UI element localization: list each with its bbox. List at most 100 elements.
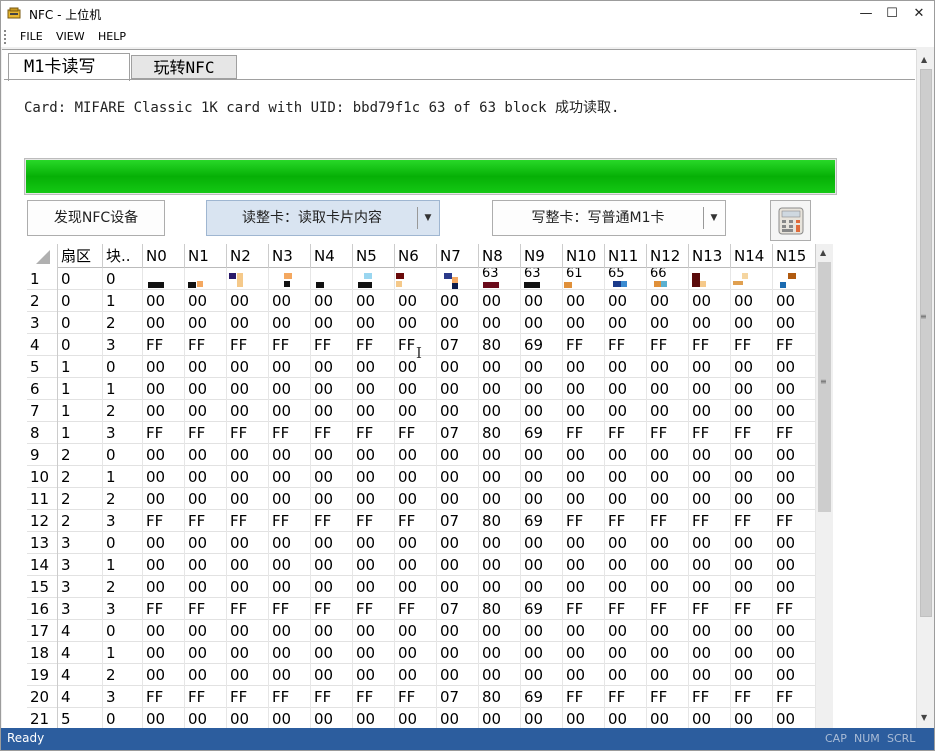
grid-scrollbar-thumb[interactable] <box>818 262 831 512</box>
grid-cell[interactable]: FF <box>311 598 353 620</box>
grid-cell[interactable]: 00 <box>731 400 773 422</box>
grid-cell[interactable]: 00 <box>395 532 437 554</box>
row-header[interactable]: 8 <box>27 422 58 444</box>
grid-cell[interactable]: 00 <box>521 554 563 576</box>
grid-cell[interactable]: FF <box>227 510 269 532</box>
grid-cell[interactable]: 2 <box>103 400 143 422</box>
grid-cell[interactable]: 00 <box>479 642 521 664</box>
grid-cell[interactable]: 69 <box>521 422 563 444</box>
grid-cell[interactable]: 00 <box>563 708 605 728</box>
grid-cell[interactable]: 69 <box>521 686 563 708</box>
grid-cell[interactable]: 69 <box>521 598 563 620</box>
row-header[interactable]: 11 <box>27 488 58 510</box>
grid-cell[interactable]: FF <box>185 510 227 532</box>
row-header[interactable]: 18 <box>27 642 58 664</box>
grid-cell[interactable]: 2 <box>103 664 143 686</box>
grid-cell[interactable]: 00 <box>605 466 647 488</box>
grid-cell[interactable]: 00 <box>521 708 563 728</box>
grid-cell[interactable]: 00 <box>143 400 185 422</box>
grid-cell[interactable]: 00 <box>311 620 353 642</box>
grid-cell[interactable]: 4 <box>58 664 103 686</box>
grid-cell[interactable]: 00 <box>521 400 563 422</box>
grid-cell[interactable]: 00 <box>605 356 647 378</box>
column-header[interactable]: 扇区 <box>58 244 103 268</box>
grid-cell[interactable]: 00 <box>185 488 227 510</box>
menu-help[interactable]: HELP <box>98 30 126 43</box>
grid-cell[interactable]: FF <box>185 686 227 708</box>
row-header[interactable]: 14 <box>27 554 58 576</box>
grid-cell[interactable]: 00 <box>185 312 227 334</box>
grid-cell[interactable]: 00 <box>311 400 353 422</box>
grid-cell[interactable]: 00 <box>479 466 521 488</box>
grid-cell[interactable]: 00 <box>437 312 479 334</box>
grid-cell[interactable]: 2 <box>103 576 143 598</box>
table-row[interactable]: 2 0 1 00 00 00 00 00 00 00 00 00 00 00 00 00 00 00 00 <box>27 290 816 312</box>
grid-cell[interactable]: 00 <box>563 466 605 488</box>
grid-cell[interactable]: 00 <box>269 532 311 554</box>
grid-cell[interactable]: 0 <box>58 290 103 312</box>
column-header[interactable]: N0 <box>143 244 185 268</box>
grid-cell[interactable]: FF <box>353 422 395 444</box>
grid-cell[interactable]: 00 <box>647 356 689 378</box>
grid-cell[interactable]: 00 <box>563 532 605 554</box>
column-header[interactable]: N1 <box>185 244 227 268</box>
grid-cell[interactable]: 00 <box>689 488 731 510</box>
grid-cell[interactable]: 3 <box>103 510 143 532</box>
grid-cell[interactable]: 69 <box>521 510 563 532</box>
grid-cell[interactable] <box>731 268 773 290</box>
grid-cell[interactable]: 00 <box>269 488 311 510</box>
calculator-button[interactable] <box>770 200 811 241</box>
grid-cell[interactable]: 4 <box>58 642 103 664</box>
grid-cell[interactable]: 00 <box>479 444 521 466</box>
read-card-button[interactable]: 读整卡：读取卡片内容 ▼ <box>206 200 440 236</box>
row-header[interactable]: 6 <box>27 378 58 400</box>
grid-cell[interactable]: 00 <box>395 290 437 312</box>
grid-cell[interactable]: 00 <box>647 532 689 554</box>
column-header[interactable]: N3 <box>269 244 311 268</box>
grid-cell[interactable]: 00 <box>311 444 353 466</box>
grid-cell[interactable]: FF <box>311 334 353 356</box>
window-scrollbar[interactable]: ▲ ≡ ▼ <box>916 49 934 728</box>
grid-cell[interactable]: 0 <box>58 312 103 334</box>
grid-cell[interactable]: 00 <box>143 312 185 334</box>
grid-cell[interactable]: FF <box>563 686 605 708</box>
grid-cell[interactable]: 00 <box>227 444 269 466</box>
grid-cell[interactable]: FF <box>563 598 605 620</box>
grid-cell[interactable]: 00 <box>395 488 437 510</box>
grid-cell[interactable]: 1 <box>58 356 103 378</box>
grid-cell[interactable]: 1 <box>103 466 143 488</box>
column-header[interactable]: N2 <box>227 244 269 268</box>
table-row[interactable]: 20 4 3 FF FF FF FF FF FF FF 07 80 69 FF FF FF FF FF FF <box>27 686 816 708</box>
grid-cell[interactable]: 00 <box>353 290 395 312</box>
grid-cell[interactable]: 00 <box>353 554 395 576</box>
grid-cell[interactable]: 00 <box>563 290 605 312</box>
column-header[interactable]: N8 <box>479 244 521 268</box>
scroll-down-icon[interactable]: ▼ <box>921 713 927 722</box>
grid-cell[interactable]: 3 <box>58 554 103 576</box>
row-header[interactable]: 15 <box>27 576 58 598</box>
grid-cell[interactable]: 00 <box>311 664 353 686</box>
grid-cell[interactable]: 69 <box>521 334 563 356</box>
grid-cell[interactable]: FF <box>269 510 311 532</box>
grid-cell[interactable]: 00 <box>353 532 395 554</box>
row-header[interactable]: 9 <box>27 444 58 466</box>
grid-cell[interactable]: 80 <box>479 422 521 444</box>
grid-cell[interactable]: 00 <box>773 576 816 598</box>
grid-cell[interactable]: 80 <box>479 334 521 356</box>
grid-cell[interactable]: 00 <box>689 642 731 664</box>
grid-cell[interactable]: 00 <box>689 290 731 312</box>
grid-cell[interactable]: FF <box>773 422 816 444</box>
grid-cell[interactable]: 00 <box>605 554 647 576</box>
grid-cell[interactable]: 00 <box>647 664 689 686</box>
grid-cell[interactable]: FF <box>185 334 227 356</box>
grid-cell[interactable]: 00 <box>437 708 479 728</box>
grid-cell[interactable]: 00 <box>437 642 479 664</box>
grid-cell[interactable]: 00 <box>269 378 311 400</box>
row-header[interactable]: 20 <box>27 686 58 708</box>
row-header[interactable]: 12 <box>27 510 58 532</box>
grid-cell[interactable]: 00 <box>269 466 311 488</box>
grid-cell[interactable]: FF <box>143 422 185 444</box>
grid-cell[interactable]: 00 <box>227 708 269 728</box>
table-row[interactable]: 15 3 2 00 00 00 00 00 00 00 00 00 00 00 00 00 00 00 00 <box>27 576 816 598</box>
grid-cell[interactable]: 00 <box>353 642 395 664</box>
